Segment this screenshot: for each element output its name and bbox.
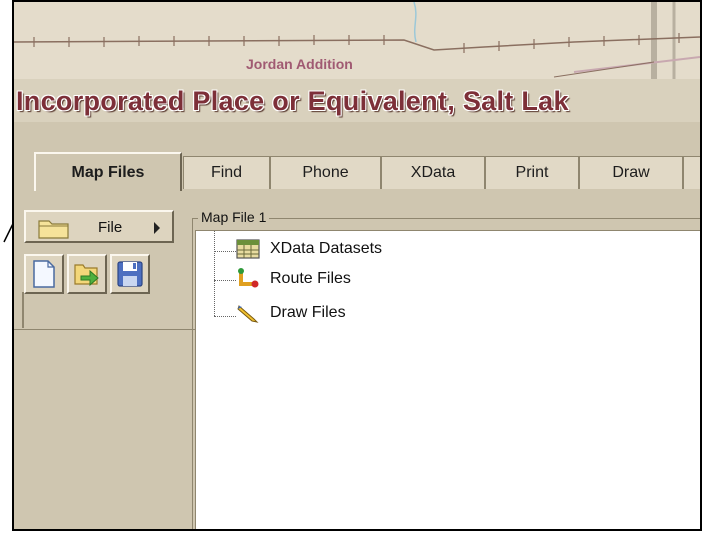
folder-icon: [38, 220, 69, 239]
submenu-arrow-icon: [154, 222, 160, 234]
tree-item-label: Draw Files: [270, 304, 346, 321]
tab-bar: Map Files Find Phone XData Print Draw: [14, 142, 700, 330]
tab-label: Map Files: [71, 163, 145, 181]
floppy-disk-icon: [117, 261, 143, 287]
tree-item-draw-files[interactable]: Draw Files: [236, 301, 346, 325]
tab-draw[interactable]: Draw: [579, 156, 683, 189]
file-menu-button[interactable]: File: [24, 210, 174, 243]
route-icon: [238, 268, 259, 288]
place-label: Jordan Addition: [246, 56, 353, 72]
new-document-icon: [33, 260, 55, 288]
open-file-button[interactable]: [67, 254, 107, 294]
new-file-button[interactable]: [24, 254, 64, 294]
tree-connector: [214, 316, 236, 317]
tab-print[interactable]: Print: [485, 156, 579, 189]
open-arrow-icon: [74, 264, 99, 287]
save-file-button[interactable]: [110, 254, 150, 294]
tab-label: Phone: [302, 164, 349, 181]
map-file-tree[interactable]: XData Datasets Route Files Draw Files: [195, 230, 700, 529]
tree-connector: [214, 231, 215, 316]
tab-phone[interactable]: Phone: [270, 156, 381, 189]
tab-label: Draw: [612, 164, 650, 181]
tree-item-label: Route Files: [270, 270, 351, 287]
tree-item-route-files[interactable]: Route Files: [236, 267, 351, 291]
tree-item-label: XData Datasets: [270, 240, 383, 257]
layer-label: Incorporated Place or Equivalent, Salt L…: [16, 86, 569, 116]
tab-bar-divider: [22, 292, 24, 328]
group-label: Map File 1: [198, 209, 270, 225]
tab-label: Find: [210, 164, 243, 181]
application-window: Jordan Addition Incorporated Place or Eq…: [12, 0, 702, 531]
map-view[interactable]: Jordan Addition Incorporated Place or Eq…: [14, 2, 700, 122]
tab-find[interactable]: Find: [183, 156, 270, 189]
tab-xdata[interactable]: XData: [381, 156, 485, 189]
tree-connector: [214, 280, 236, 281]
dataset-grid-icon: [236, 239, 260, 259]
file-button-label: File: [98, 219, 123, 236]
tab-map-files[interactable]: Map Files: [34, 152, 182, 191]
tab-label: Print: [515, 164, 549, 181]
tree-connector: [214, 251, 236, 252]
tree-item-xdata-datasets[interactable]: XData Datasets: [236, 237, 382, 261]
pencil-icon: [237, 305, 259, 323]
tab-overflow[interactable]: [683, 156, 700, 189]
tab-label: XData: [410, 164, 456, 181]
